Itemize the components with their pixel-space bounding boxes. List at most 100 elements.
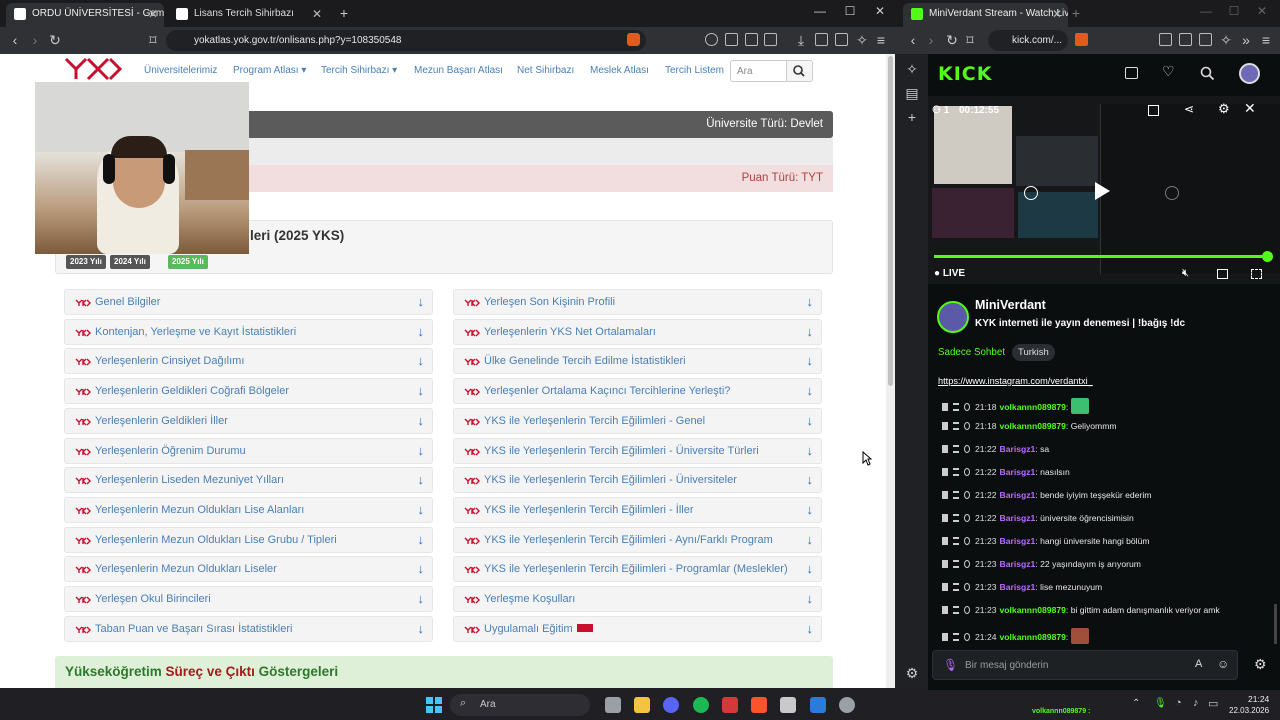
heart-icon[interactable]: ♡ <box>1162 63 1175 80</box>
tab-kick-stream[interactable]: MiniVerdant Stream - Watch Live ✕ <box>903 3 1068 27</box>
sidebar-icon[interactable] <box>1179 33 1192 46</box>
store-icon[interactable] <box>780 697 796 713</box>
left-item[interactable]: Yerleşenlerin Geldikleri İller ↓ <box>64 407 433 434</box>
right-item[interactable]: Yerleşen Son Kişinin Profili ↓ <box>453 289 822 315</box>
nav-program-atlasi[interactable]: Program Atlası ▾ <box>233 65 306 76</box>
reload-icon[interactable]: ↻ <box>943 31 961 49</box>
right-item[interactable]: YKS ile Yerleşenlerin Tercih Eğilimleri … <box>453 407 822 434</box>
screenshot-icon[interactable] <box>764 33 777 46</box>
new-tab-icon[interactable]: + <box>1067 5 1085 21</box>
mute-icon[interactable]: 🔇︎ <box>1182 267 1189 280</box>
download-arrow-icon[interactable]: ↓ <box>807 324 814 339</box>
download-arrow-icon[interactable]: ↓ <box>418 443 425 458</box>
chat-username[interactable]: Barisgz1 <box>1000 444 1036 454</box>
play-icon[interactable] <box>1092 180 1112 202</box>
download-arrow-icon[interactable]: ↓ <box>807 294 814 309</box>
more-icon[interactable]: » <box>1237 31 1255 49</box>
right-item[interactable]: Yerleşenlerin YKS Net Ortalamaları ↓ <box>453 318 822 345</box>
settings-icon[interactable] <box>839 697 855 713</box>
download-arrow-icon[interactable]: ↓ <box>807 621 814 636</box>
bookmark-icon[interactable]: ⌑ <box>144 31 162 49</box>
reload-icon[interactable]: ↻ <box>46 31 64 49</box>
chat-message-input[interactable]: 🎙︎ Bir mesaj gönderin A ☺ <box>932 650 1238 680</box>
chat-message[interactable]: 21:22 Barisgz1: bende iyiyim teşşekür ede… <box>942 490 1151 500</box>
nav-tercih-listem[interactable]: Tercih Listem <box>665 65 724 76</box>
tab-lisans-tercih[interactable]: Lisans Tercih Sihirbazı ✕ <box>168 3 328 27</box>
close-tab-icon[interactable]: ✕ <box>148 3 158 25</box>
site-search-button[interactable] <box>786 60 813 82</box>
left-item[interactable]: Yerleşenlerin Liseden Mezuniyet Yılları ↓ <box>64 467 433 494</box>
close-window-icon[interactable]: ✕ <box>1253 4 1271 18</box>
chat-message[interactable]: 21:18 volkannn089879: <box>942 398 1089 414</box>
menu-icon[interactable]: ≡ <box>1257 31 1275 49</box>
chat-message[interactable]: 21:22 Barisgz1: üniversite öğrencisimisin <box>942 513 1134 523</box>
brave-icon[interactable] <box>751 697 767 713</box>
chat-username[interactable]: Barisgz1 <box>1000 559 1036 569</box>
download-arrow-icon[interactable]: ↓ <box>418 353 425 368</box>
nav-meslek-atlasi[interactable]: Meslek Atlası <box>590 65 649 76</box>
kick-logo[interactable]: KICK <box>938 63 992 85</box>
nav-net-sihirbazi[interactable]: Net Sihirbazı <box>517 65 574 76</box>
brave-shield-icon[interactable] <box>627 33 640 46</box>
right-item[interactable]: YKS ile Yerleşenlerin Tercih Eğilimleri … <box>453 496 822 523</box>
year-badge-2025[interactable]: 2025 Yılı <box>168 255 208 269</box>
download-icon[interactable]: ⤓ <box>792 31 810 49</box>
scrollbar-thumb[interactable] <box>888 56 893 386</box>
left-item[interactable]: Yerleşenlerin Cinsiyet Dağılımı ↓ <box>64 348 433 375</box>
discord-icon[interactable] <box>663 697 679 713</box>
extension-icon[interactable] <box>725 33 738 46</box>
edge-icon[interactable] <box>810 697 826 713</box>
wallet-icon[interactable] <box>1199 33 1212 46</box>
download-arrow-icon[interactable]: ↓ <box>807 413 814 428</box>
left-item[interactable]: Yerleşenlerin Geldikleri Coğrafi Bölgele… <box>64 378 433 405</box>
bookmark-icon[interactable]: ⌑ <box>961 31 979 49</box>
back-icon[interactable]: ‹ <box>904 31 922 49</box>
clock-date[interactable]: 22.03.2026 <box>1229 706 1269 715</box>
leo-ai-icon[interactable]: ✧ <box>1217 31 1235 49</box>
back-icon[interactable]: ‹ <box>6 31 24 49</box>
chat-username[interactable]: Barisgz1 <box>1000 490 1036 500</box>
chat-message[interactable]: 21:24 volkannn089879: <box>942 628 1089 644</box>
left-item[interactable]: Yerleşenlerin Mezun Oldukları Lise Alanl… <box>64 496 433 523</box>
download-arrow-icon[interactable]: ↓ <box>418 591 425 606</box>
file-explorer-icon[interactable] <box>634 697 650 713</box>
menu-icon[interactable]: ≡ <box>872 31 890 49</box>
settings-icon[interactable]: ⚙ <box>1218 101 1230 117</box>
close-window-icon[interactable]: ✕ <box>871 4 889 18</box>
chat-settings-icon[interactable]: ⚙ <box>1254 656 1267 673</box>
sidebar-settings-icon[interactable]: ⚙ <box>903 664 921 682</box>
left-item[interactable]: Yerleşenlerin Öğrenim Durumu ↓ <box>64 437 433 464</box>
left-item[interactable]: Yerleşenlerin Mezun Oldukları Lise Grubu… <box>64 526 433 553</box>
close-overlay-icon[interactable]: ✕ <box>1244 100 1256 117</box>
download-arrow-icon[interactable]: ↓ <box>418 294 425 309</box>
download-arrow-icon[interactable]: ↓ <box>807 353 814 368</box>
left-item[interactable]: Yerleşen Okul Birincileri ↓ <box>64 586 433 612</box>
close-tab-icon[interactable]: ✕ <box>1052 3 1062 25</box>
site-search-input[interactable]: Ara <box>730 60 787 82</box>
download-arrow-icon[interactable]: ↓ <box>807 472 814 487</box>
progress-handle[interactable] <box>1262 251 1273 262</box>
right-item[interactable]: Yerleşme Koşulları ↓ <box>453 586 822 612</box>
battery-icon[interactable]: ▭ <box>1208 697 1218 710</box>
right-item[interactable]: YKS ile Yerleşenlerin Tercih Eğilimleri … <box>453 526 822 553</box>
year-badge-2024[interactable]: 2024 Yılı <box>110 255 150 269</box>
leo-sidebar-icon[interactable]: ✧ <box>903 60 921 78</box>
forward-icon[interactable]: › <box>26 31 44 49</box>
download-arrow-icon[interactable]: ↓ <box>418 561 425 576</box>
puzzle-icon[interactable] <box>745 33 758 46</box>
clock-time[interactable]: 21:24 <box>1248 694 1269 704</box>
maximize-icon[interactable]: ☐ <box>1225 4 1243 18</box>
year-badge-2023[interactable]: 2023 Yılı <box>66 255 106 269</box>
download-arrow-icon[interactable]: ↓ <box>807 591 814 606</box>
fullscreen-icon[interactable] <box>1251 269 1262 279</box>
right-item[interactable]: YKS ile Yerleşenlerin Tercih Eğilimleri … <box>453 437 822 464</box>
category-tag[interactable]: Sadece Sohbet <box>938 347 1005 358</box>
right-item[interactable]: YKS ile Yerleşenlerin Tercih Eğilimleri … <box>453 467 822 494</box>
chat-username[interactable]: volkannn089879 <box>1000 605 1066 615</box>
chat-message[interactable]: 21:23 Barisgz1: hangi üniversite hangi bö… <box>942 536 1150 546</box>
tab-ordu-universitesi[interactable]: ORDU ÜNİVERSİTESİ - Gemi İnşa ✕ <box>6 3 164 27</box>
yok-logo-icon[interactable] <box>64 57 122 81</box>
wifi-icon[interactable]: ◔ <box>1175 697 1182 709</box>
left-url-bar[interactable]: yokatlas.yok.gov.tr/onlisans.php?y=10835… <box>166 30 646 51</box>
nav-tercih-sihirbazi[interactable]: Tercih Sihirbazı ▾ <box>321 65 397 76</box>
